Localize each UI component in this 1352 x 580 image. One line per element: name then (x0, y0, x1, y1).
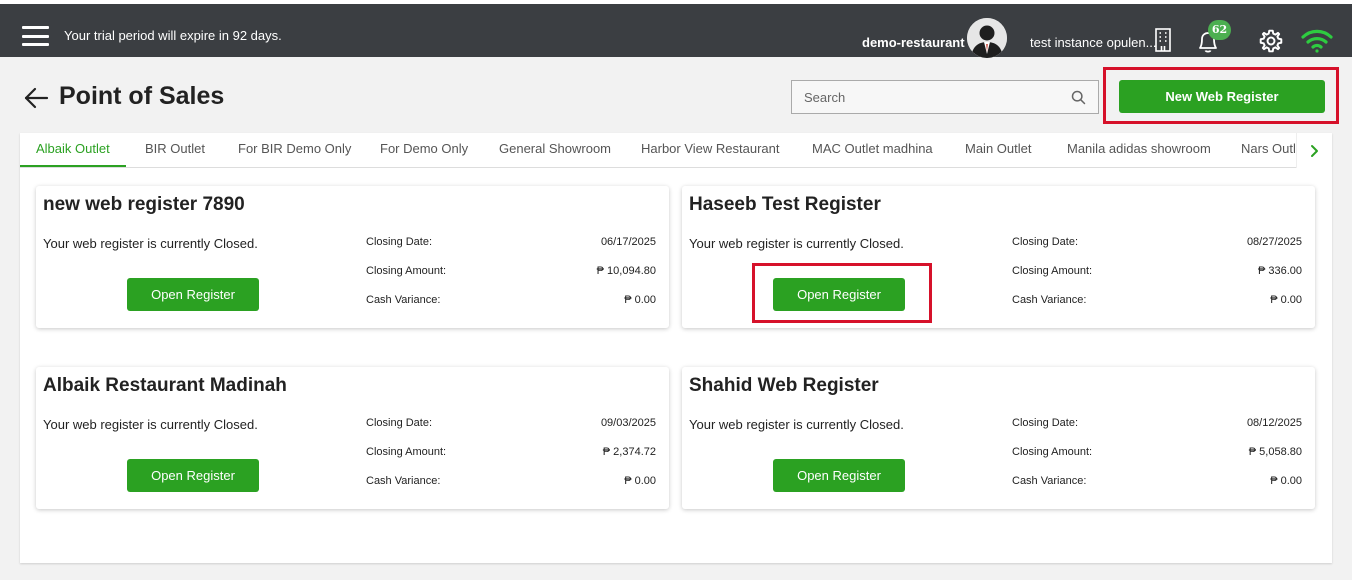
tabs-next-button[interactable] (1296, 133, 1332, 168)
closing-amount-label: Closing Amount: (1012, 446, 1093, 458)
register-status: Your web register is currently Closed. (689, 417, 904, 432)
tab-albaik-outlet[interactable]: Albaik Outlet (20, 133, 126, 167)
register-status: Your web register is currently Closed. (43, 417, 258, 432)
cash-variance-label: Cash Variance: (1012, 294, 1087, 306)
tab-harbor-view-restaurant[interactable]: Harbor View Restaurant (625, 133, 796, 167)
search-input[interactable] (792, 81, 1052, 113)
closing-amount-value: ₱ 336.00 (1257, 265, 1302, 277)
open-register-button[interactable]: Open Register (127, 278, 259, 311)
closing-date-value: 06/17/2025 (600, 236, 656, 248)
closing-amount-label: Closing Amount: (1012, 265, 1093, 277)
register-card: new web register 7890 Your web register … (36, 186, 669, 328)
closing-date-label: Closing Date: (1012, 417, 1079, 429)
building-icon[interactable] (1153, 28, 1173, 52)
register-status: Your web register is currently Closed. (43, 236, 258, 251)
top-bar: Your trial period will expire in 92 days… (0, 0, 1352, 58)
notification-count-badge[interactable]: 62 (1208, 20, 1231, 40)
chevron-right-icon (1311, 145, 1318, 157)
trial-message: Your trial period will expire in 92 days… (64, 28, 282, 43)
avatar[interactable] (967, 18, 1007, 58)
closing-date-label: Closing Date: (366, 417, 433, 429)
open-register-button[interactable]: Open Register (127, 459, 259, 492)
wifi-icon (1300, 28, 1334, 54)
highlight-box (752, 263, 932, 323)
search-icon[interactable] (1071, 90, 1086, 105)
search-box[interactable] (791, 80, 1099, 114)
register-card: Shahid Web Register Your web register is… (682, 367, 1315, 509)
closing-date-value: 08/27/2025 (1246, 236, 1302, 248)
cash-variance-label: Cash Variance: (1012, 475, 1087, 487)
cash-variance-value: ₱ 0.00 (1270, 475, 1302, 487)
closing-amount-value: ₱ 10,094.80 (596, 265, 656, 277)
closing-date-value: 08/12/2025 (1246, 417, 1302, 429)
outlet-tabs: Albaik Outlet BIR Outlet For BIR Demo On… (20, 133, 1296, 168)
cash-variance-value: ₱ 0.00 (624, 475, 656, 487)
tab-for-demo-only[interactable]: For Demo Only (364, 133, 484, 167)
cash-variance-label: Cash Variance: (366, 294, 441, 306)
instance-name[interactable]: test instance opulen... (1030, 35, 1156, 50)
closing-date-value: 09/03/2025 (600, 417, 656, 429)
closing-date-label: Closing Date: (366, 236, 433, 248)
tab-for-bir-demo-only[interactable]: For BIR Demo Only (222, 133, 367, 167)
new-web-register-button[interactable]: New Web Register (1119, 80, 1325, 113)
closing-amount-value: ₱ 5,058.80 (1248, 446, 1302, 458)
register-name: new web register 7890 (43, 194, 245, 215)
back-arrow-icon[interactable] (23, 86, 49, 110)
open-register-button[interactable]: Open Register (773, 459, 905, 492)
menu-icon[interactable] (22, 26, 49, 46)
cash-variance-value: ₱ 0.00 (1270, 294, 1302, 306)
tab-mac-outlet-madhina[interactable]: MAC Outlet madhina (796, 133, 949, 167)
tab-main-outlet[interactable]: Main Outlet (949, 133, 1047, 167)
register-card: Albaik Restaurant Madinah Your web regis… (36, 367, 669, 509)
cash-variance-label: Cash Variance: (366, 475, 441, 487)
register-name: Haseeb Test Register (689, 194, 881, 215)
register-status: Your web register is currently Closed. (689, 236, 904, 251)
tab-manila-adidas-showroom[interactable]: Manila adidas showroom (1051, 133, 1227, 167)
register-name: Shahid Web Register (689, 375, 879, 396)
gear-icon[interactable] (1258, 28, 1284, 54)
closing-amount-label: Closing Amount: (366, 265, 447, 277)
page-title: Point of Sales (59, 82, 225, 110)
closing-amount-label: Closing Amount: (366, 446, 447, 458)
cash-variance-value: ₱ 0.00 (624, 294, 656, 306)
tab-nars-outlet[interactable]: Nars Outlet (1225, 133, 1296, 167)
tab-general-showroom[interactable]: General Showroom (483, 133, 627, 167)
closing-date-label: Closing Date: (1012, 236, 1079, 248)
tab-bir-outlet[interactable]: BIR Outlet (129, 133, 221, 167)
tenant-name[interactable]: demo-restaurant (862, 35, 965, 50)
closing-amount-value: ₱ 2,374.72 (602, 446, 656, 458)
register-name: Albaik Restaurant Madinah (43, 375, 287, 396)
